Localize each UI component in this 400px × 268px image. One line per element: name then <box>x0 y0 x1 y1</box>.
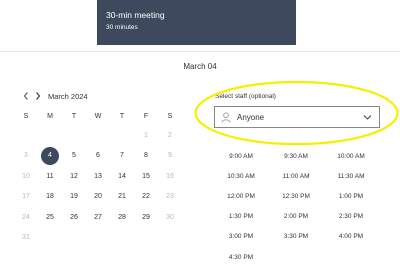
time-slot-button[interactable]: 1:30 PM <box>218 213 264 220</box>
time-slot-button[interactable]: 2:30 PM <box>328 213 374 220</box>
calendar-day[interactable]: 14 <box>113 168 131 186</box>
calendar-day: 10 <box>22 173 30 180</box>
weekday-label: S <box>23 113 29 120</box>
calendar-day[interactable]: 21 <box>113 188 131 206</box>
calendar-day[interactable]: 15 <box>137 168 155 186</box>
chevron-down-icon[interactable] <box>363 113 372 121</box>
calendar-day[interactable]: 18 <box>41 188 59 206</box>
globe-icon[interactable] <box>364 11 375 22</box>
calendar-day: 31 <box>22 234 30 241</box>
time-slot-button[interactable]: 1:00 PM <box>328 193 374 200</box>
weekday-label: W <box>94 113 102 120</box>
calendar-day: 1 <box>144 132 148 139</box>
calendar-day[interactable]: 19 <box>65 188 83 206</box>
calendar-day: 16 <box>166 173 174 180</box>
month-label: March 2024 <box>48 92 88 101</box>
info-icon[interactable]: i <box>378 11 386 21</box>
next-month-chevron-icon[interactable] <box>34 91 42 101</box>
calendar-day[interactable]: 7 <box>113 147 131 165</box>
selected-date-heading: March 04 <box>183 62 217 71</box>
calendar-day: 17 <box>22 193 30 200</box>
time-slot-button[interactable]: 9:00 AM <box>218 153 264 160</box>
time-slot-button[interactable]: 3:00 PM <box>218 233 264 240</box>
calendar-day[interactable]: 29 <box>137 209 155 227</box>
weekday-label: S <box>167 113 173 120</box>
calendar-day[interactable]: 13 <box>89 168 107 186</box>
weekday-label: M <box>47 113 53 120</box>
weekday-label: F <box>143 113 149 120</box>
calendar-day[interactable]: 27 <box>89 209 107 227</box>
service-title: 30-min meeting <box>106 10 165 20</box>
staff-select-value: Anyone <box>237 113 265 122</box>
time-slot-button[interactable]: 10:00 AM <box>328 153 374 160</box>
calendar-day[interactable]: 25 <box>41 209 59 227</box>
calendar-day: 24 <box>22 214 30 221</box>
time-slot-button[interactable]: 11:30 AM <box>328 173 374 180</box>
previous-month-chevron-icon[interactable] <box>22 91 30 101</box>
calendar-day[interactable]: 5 <box>65 147 83 165</box>
staff-select-dropdown[interactable]: Anyone <box>214 106 380 128</box>
staff-select-label: Select staff (optional) <box>215 93 276 100</box>
weekday-label: T <box>71 113 77 120</box>
weekday-label: T <box>119 113 125 120</box>
time-slot-button[interactable]: 4:30 PM <box>218 254 264 261</box>
calendar-day[interactable]: 11 <box>41 168 59 186</box>
calendar-day[interactable]: 26 <box>65 209 83 227</box>
calendar-day: 9 <box>168 152 172 159</box>
time-slot-button[interactable]: 3:30 PM <box>273 233 319 240</box>
top-bar: 30-min meeting 30 minutes i <box>0 0 400 50</box>
time-slot-button[interactable]: 11:00 AM <box>273 173 319 180</box>
calendar-day[interactable]: 12 <box>65 168 83 186</box>
time-slot-button[interactable]: 9:30 AM <box>273 153 319 160</box>
calendar-day[interactable]: 22 <box>137 188 155 206</box>
calendar-day: 30 <box>166 214 174 221</box>
header-divider <box>0 51 400 52</box>
service-card[interactable]: 30-min meeting 30 minutes i <box>97 0 383 45</box>
calendar-day[interactable]: 8 <box>137 147 155 165</box>
time-slot-button[interactable]: 2:00 PM <box>273 213 319 220</box>
calendar-day[interactable]: 6 <box>89 147 107 165</box>
time-slot-button[interactable]: 4:00 PM <box>328 233 374 240</box>
calendar-day[interactable]: 20 <box>89 188 107 206</box>
calendar-day: 3 <box>24 152 28 159</box>
calendar-day-selected[interactable]: 4 <box>41 147 59 165</box>
time-slot-button[interactable]: 12:30 PM <box>273 193 319 200</box>
calendar-day: 2 <box>168 132 172 139</box>
calendar-day: 23 <box>166 193 174 200</box>
service-duration: 30 minutes <box>106 24 138 31</box>
calendar-day[interactable]: 28 <box>113 209 131 227</box>
time-slot-button[interactable]: 10:30 AM <box>218 173 264 180</box>
time-slot-button[interactable]: 12:00 PM <box>218 193 264 200</box>
person-icon <box>221 112 231 123</box>
